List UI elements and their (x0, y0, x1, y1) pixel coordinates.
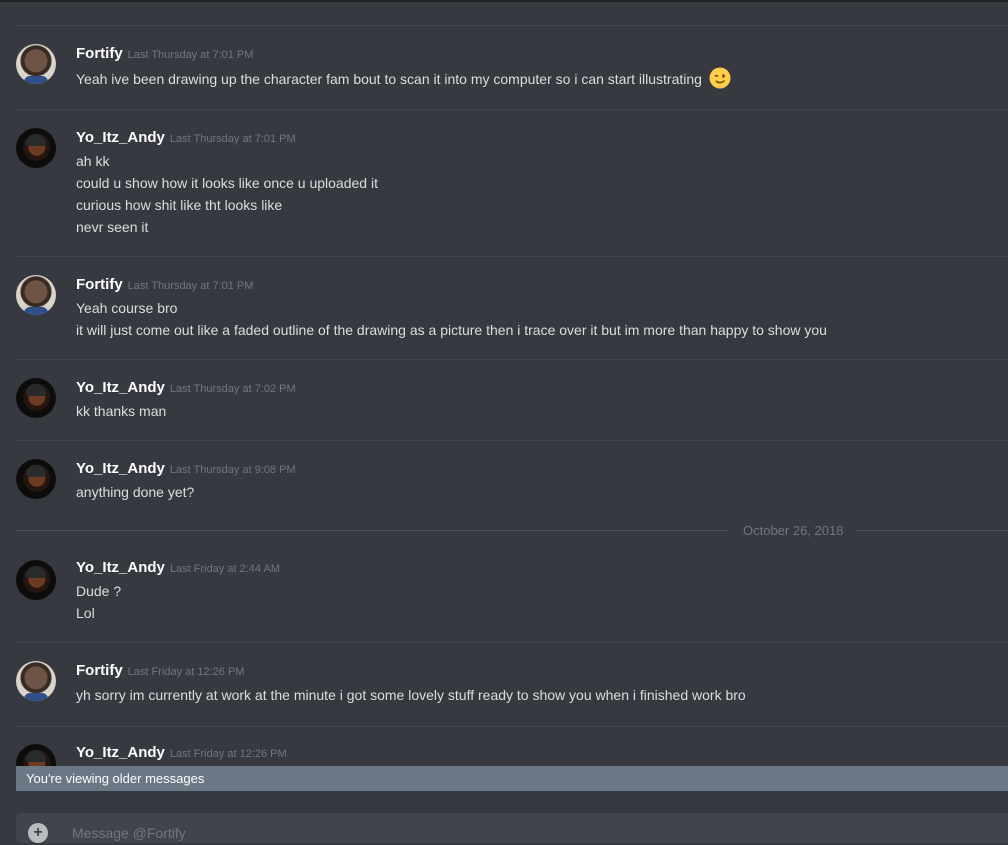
message-group[interactable]: Fortify Last Thursday at 7:01 PM Yeah cou… (16, 256, 1008, 360)
message-group[interactable]: Fortify Last Friday at 12:26 PM yh sorry … (16, 642, 1008, 727)
andy-avatar[interactable] (16, 128, 56, 168)
message-content: yh sorry im currently at work at the min… (76, 684, 746, 706)
fortify-avatar[interactable] (16, 661, 56, 701)
message-line: Lol (76, 605, 95, 621)
wink-emoji (709, 67, 731, 89)
timestamp: Last Thursday at 7:01 PM (127, 49, 254, 61)
andy-avatar[interactable] (16, 459, 56, 499)
timestamp: Last Thursday at 7:01 PM (169, 133, 296, 145)
message-line: Yeah ive been drawing up the character f… (76, 71, 702, 87)
message-content: Yeah course bro it will just come out li… (76, 297, 827, 341)
message-line: ah kk (76, 153, 110, 169)
fortify-avatar[interactable] (16, 44, 56, 84)
message-content: anything done yet? (76, 481, 194, 503)
message-content: kk thanks man (76, 400, 166, 422)
username[interactable]: Fortify Last Friday at 12:26 PM (76, 662, 244, 679)
message-list[interactable]: Fortify Last Thursday at 7:01 PM Yeah ive… (0, 0, 1008, 832)
divider-date: October 26, 2018 (743, 523, 844, 538)
andy-avatar[interactable] (16, 560, 56, 600)
timestamp: Last Friday at 12:26 PM (169, 748, 287, 760)
message-composer[interactable]: + (16, 813, 1008, 845)
andy-avatar[interactable] (16, 378, 56, 418)
username[interactable]: Fortify Last Thursday at 7:01 PM (76, 276, 253, 293)
username[interactable]: Yo_Itz_Andy Last Friday at 2:44 AM (76, 559, 280, 576)
plus-icon[interactable]: + (28, 823, 48, 843)
timestamp: Last Friday at 2:44 AM (169, 563, 280, 575)
top-edge (0, 0, 1008, 2)
message-line: could u show how it looks like once u up… (76, 175, 378, 191)
message-group[interactable]: Yo_Itz_Andy Last Thursday at 9:08 PM anyt… (16, 440, 1008, 521)
divider-line (856, 530, 1008, 531)
message-line: Yeah course bro (76, 300, 178, 316)
message-line: Dude ? (76, 583, 122, 599)
date-divider: October 26, 2018 (16, 520, 1008, 542)
fortify-avatar[interactable] (16, 275, 56, 315)
username[interactable]: Yo_Itz_Andy Last Friday at 12:26 PM (76, 744, 287, 761)
message-group[interactable]: Yo_Itz_Andy Last Thursday at 7:01 PM ah k… (16, 109, 1008, 257)
message-line: curious how shit like tht looks like (76, 197, 283, 213)
timestamp: Last Thursday at 7:02 PM (169, 383, 296, 395)
timestamp: Last Thursday at 9:08 PM (169, 464, 296, 476)
timestamp: Last Thursday at 7:01 PM (127, 280, 254, 292)
message-line: kk thanks man (76, 403, 167, 419)
username[interactable]: Yo_Itz_Andy Last Thursday at 7:02 PM (76, 379, 296, 396)
message-content: ah kk could u show how it looks like onc… (76, 150, 378, 238)
older-messages-label: You're viewing older messages (26, 771, 205, 786)
message-line: it will just come out like a faded outli… (76, 322, 827, 338)
message-line: anything done yet? (76, 484, 195, 500)
message-line: nevr seen it (76, 219, 149, 235)
message-group[interactable]: Fortify Last Thursday at 7:01 PM Yeah ive… (16, 25, 1008, 110)
message-content: Dude ? Lol (76, 580, 121, 624)
username[interactable]: Fortify Last Thursday at 7:01 PM (76, 45, 253, 62)
username[interactable]: Yo_Itz_Andy Last Thursday at 9:08 PM (76, 460, 296, 477)
message-input[interactable] (70, 821, 998, 845)
message-group[interactable]: Yo_Itz_Andy Last Friday at 12:26 PM (16, 726, 1008, 784)
message-group[interactable]: Yo_Itz_Andy Last Friday at 2:44 AM Dude ?… (16, 542, 1008, 642)
message-line: yh sorry im currently at work at the min… (76, 687, 746, 703)
divider-line (16, 530, 728, 531)
older-messages-bar[interactable]: You're viewing older messages (16, 766, 1008, 791)
message-group[interactable]: Yo_Itz_Andy Last Thursday at 7:02 PM kk t… (16, 359, 1008, 441)
timestamp: Last Friday at 12:26 PM (127, 666, 245, 678)
message-content: Yeah ive been drawing up the character f… (76, 67, 731, 90)
username[interactable]: Yo_Itz_Andy Last Thursday at 7:01 PM (76, 129, 296, 146)
